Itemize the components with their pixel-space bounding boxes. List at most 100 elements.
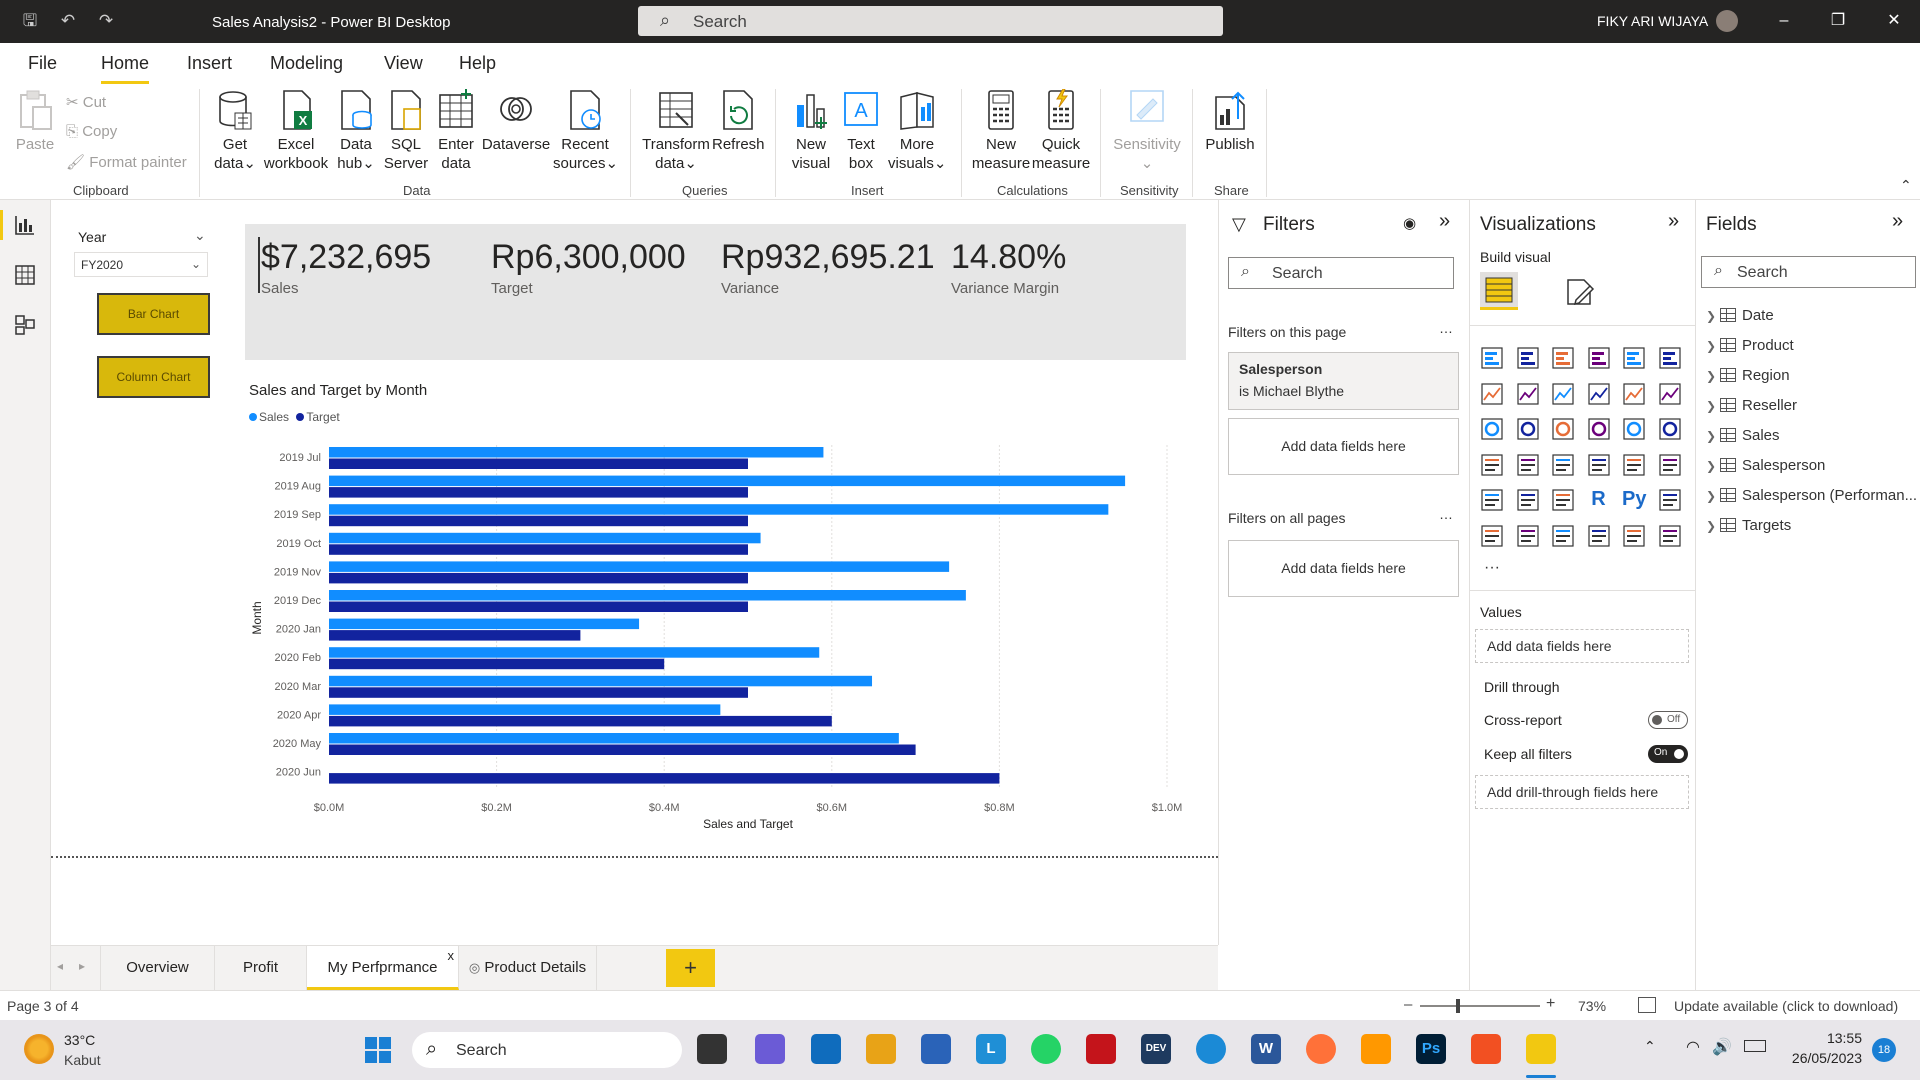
values-drop-zone[interactable]: Add data fields here [1475, 629, 1689, 663]
copy-button[interactable]: ⎘ Copy [66, 123, 117, 140]
bar-chart-button[interactable]: Bar Chart [97, 293, 210, 335]
page-tab-overview[interactable]: Overview [100, 946, 215, 990]
keep-filters-toggle[interactable]: On [1648, 745, 1688, 763]
qa-icon[interactable] [1516, 524, 1540, 548]
multi-row-card-icon[interactable] [1622, 453, 1646, 477]
donut-icon[interactable] [1622, 417, 1646, 441]
app-orange-icon[interactable] [1471, 1034, 1501, 1064]
gauge-icon[interactable] [1551, 453, 1575, 477]
field-table-salesperson[interactable]: ❯ Salesperson [1706, 457, 1825, 474]
filters-search-input[interactable]: ⌕ Search [1228, 257, 1454, 289]
more-visuals-icon[interactable]: ··· [1480, 559, 1504, 583]
sales-bar[interactable] [329, 475, 1126, 487]
tab-home[interactable]: Home [101, 53, 149, 74]
page-tab-profit[interactable]: Profit [215, 946, 307, 990]
firefox-icon[interactable] [1306, 1034, 1336, 1064]
task-view-icon[interactable] [697, 1034, 727, 1064]
fit-to-page-icon[interactable] [1638, 997, 1656, 1013]
100-bar-icon[interactable] [1622, 346, 1646, 370]
field-table-reseller[interactable]: ❯ Reseller [1706, 397, 1797, 414]
page-filter-drop-zone[interactable]: Add data fields here [1228, 418, 1459, 475]
weather-icon[interactable] [24, 1034, 54, 1064]
sublime-icon[interactable] [1361, 1034, 1391, 1064]
sales-target-bar-chart[interactable]: $0.0M $0.2M $0.4M $0.6M $0.8M $1.0M 2019 Jul 20… [245, 440, 1190, 830]
teams-icon[interactable] [755, 1034, 785, 1064]
sales-bar[interactable] [329, 532, 761, 544]
filled-map-icon[interactable] [1516, 453, 1540, 477]
zoom-slider-thumb[interactable] [1456, 999, 1460, 1013]
page-tab-my-performance[interactable]: My Perfprmance x [307, 946, 459, 990]
field-table-sales[interactable]: ❯ Sales [1706, 427, 1780, 444]
100-column-icon[interactable] [1658, 346, 1682, 370]
mail-icon[interactable] [811, 1034, 841, 1064]
user-name[interactable]: FIKY ARI WIJAYA [1597, 13, 1708, 29]
clock-time[interactable]: 13:55 [1782, 1030, 1862, 1046]
field-table-date[interactable]: ❯ Date [1706, 307, 1774, 324]
slicer-icon[interactable] [1480, 488, 1504, 512]
stacked-column-icon[interactable] [1516, 346, 1540, 370]
sensitivity-button[interactable]: Sensitivity ⌄ [1108, 89, 1186, 173]
close-tab-icon[interactable]: x [448, 934, 455, 978]
tab-view[interactable]: View [384, 53, 423, 74]
area-icon[interactable] [1516, 382, 1540, 406]
stacked-bar-icon[interactable] [1480, 346, 1504, 370]
stacked-area-icon[interactable] [1551, 382, 1575, 406]
matrix-icon[interactable] [1551, 488, 1575, 512]
target-bar[interactable] [329, 773, 1000, 784]
year-slicer-dropdown[interactable]: FY2020 ⌄ [74, 252, 208, 277]
drill-through-drop-zone[interactable]: Add drill-through fields here [1475, 775, 1689, 809]
dev-app-icon[interactable]: DEV [1141, 1034, 1171, 1064]
target-bar[interactable] [329, 515, 748, 527]
target-bar[interactable] [329, 544, 748, 555]
enter-data-button[interactable]: Enter data [433, 89, 479, 173]
map-icon[interactable] [1480, 453, 1504, 477]
decomposition-tree-icon[interactable] [1480, 524, 1504, 548]
tab-file[interactable]: File [28, 53, 57, 74]
whatsapp-icon[interactable] [1031, 1034, 1061, 1064]
sales-bar[interactable] [329, 733, 899, 744]
clustered-column-icon[interactable] [1587, 346, 1611, 370]
field-table-region[interactable]: ❯ Region [1706, 367, 1790, 384]
target-bar[interactable] [329, 658, 665, 670]
windows-start-icon[interactable] [364, 1036, 392, 1064]
chevron-left-icon[interactable]: ◂ [57, 959, 63, 973]
tab-insert[interactable]: Insert [187, 53, 232, 74]
collapse-visualizations-icon[interactable]: » [1668, 210, 1679, 233]
fields-search-input[interactable]: ⌕ Search [1701, 256, 1916, 288]
power-apps-icon[interactable] [1622, 524, 1646, 548]
collapse-filters-icon[interactable]: » [1439, 210, 1450, 233]
page-tab-product-details[interactable]: ◎ Product Details [459, 946, 597, 990]
python-visual-icon[interactable]: Py [1622, 488, 1646, 512]
eye-icon[interactable]: ◉ [1403, 214, 1416, 232]
collapse-fields-icon[interactable]: » [1892, 210, 1903, 233]
new-measure-button[interactable]: New measure [970, 89, 1032, 173]
sales-bar[interactable] [329, 675, 873, 687]
field-table-targets[interactable]: ❯ Targets [1706, 517, 1791, 534]
chevron-down-icon[interactable]: ⌄ [194, 227, 206, 244]
treemap-icon[interactable] [1658, 417, 1682, 441]
avatar[interactable] [1716, 10, 1738, 32]
sales-bar[interactable] [329, 647, 820, 658]
new-visual-button[interactable]: New visual [787, 89, 835, 173]
zoom-in-button[interactable]: + [1546, 995, 1555, 1013]
salesperson-filter-card[interactable]: Salesperson is Michael Blythe [1228, 352, 1459, 410]
r-visual-icon[interactable]: R [1587, 488, 1611, 512]
get-data-button[interactable]: Get data⌄ [209, 89, 261, 173]
cut-button[interactable]: ✂ Cut [66, 93, 106, 111]
target-bar[interactable] [329, 601, 748, 613]
zoom-out-button[interactable]: – [1404, 996, 1412, 1013]
zoom-slider[interactable] [1420, 999, 1540, 1013]
file-explorer-icon[interactable] [866, 1034, 896, 1064]
app-l-icon[interactable]: L [976, 1034, 1006, 1064]
ribbon-icon[interactable] [1658, 382, 1682, 406]
wifi-icon[interactable]: ◠ [1686, 1037, 1700, 1057]
power-bi-icon[interactable] [1526, 1034, 1556, 1064]
update-available-link[interactable]: Update available (click to download) [1674, 998, 1898, 1014]
format-painter-button[interactable]: 🖌 Format painter [66, 153, 187, 171]
publish-button[interactable]: Publish [1203, 89, 1257, 154]
field-table-salesperson-performance[interactable]: ❯ Salesperson (Performan... [1706, 487, 1917, 504]
chart-legend[interactable]: Sales Target [249, 410, 340, 424]
volume-icon[interactable]: 🔊 [1712, 1037, 1732, 1057]
field-table-product[interactable]: ❯ Product [1706, 337, 1794, 354]
model-view-icon[interactable] [14, 314, 36, 336]
